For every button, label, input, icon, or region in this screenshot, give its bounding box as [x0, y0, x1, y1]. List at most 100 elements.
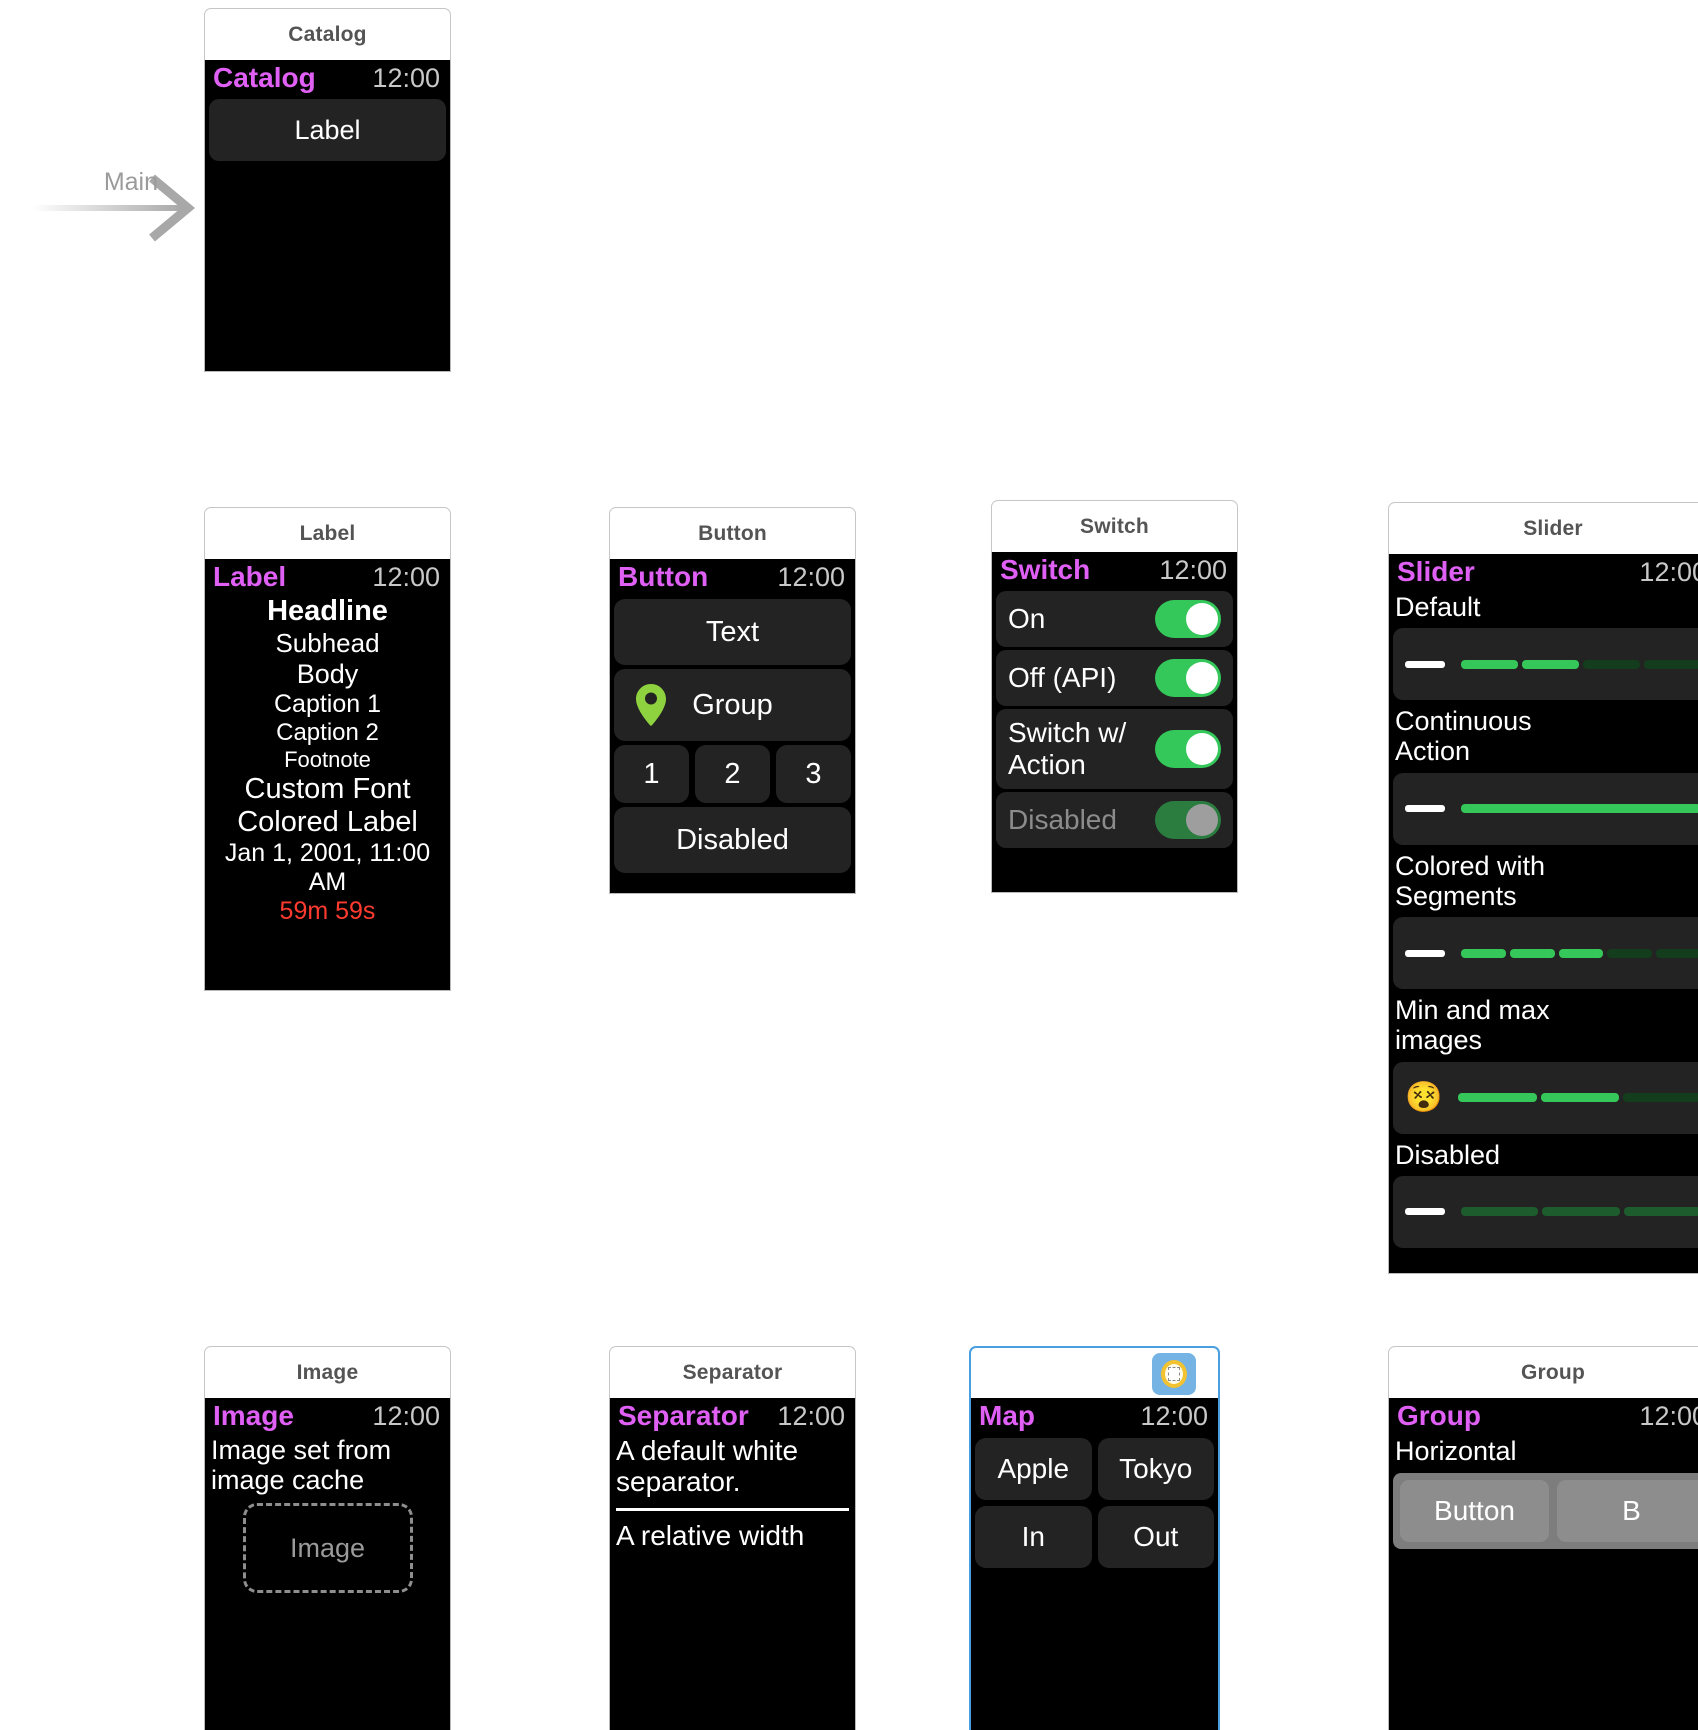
- scene-catalog[interactable]: Catalog Catalog 12:00 Label: [204, 8, 451, 372]
- toggle-knob: [1186, 803, 1218, 836]
- slider-default[interactable]: [1393, 628, 1698, 701]
- group-button-1[interactable]: Button: [1400, 1480, 1549, 1542]
- minus-icon[interactable]: [1405, 660, 1445, 668]
- slider-track[interactable]: [1461, 804, 1698, 814]
- label-colored: Colored Label: [237, 806, 418, 838]
- statusbar-title: Button: [618, 561, 709, 592]
- scene-map[interactable]: Map 12:00 Apple Tokyo In Out: [969, 1346, 1220, 1730]
- statusbar-title: Label: [213, 561, 287, 592]
- scene-title-separator: Separator: [682, 1360, 783, 1384]
- statusbar-label: Label 12:00: [205, 559, 450, 595]
- switch-toggle-disabled: [1155, 800, 1221, 839]
- scene-titlebar-catalog[interactable]: Catalog: [204, 8, 451, 60]
- scene-slider[interactable]: Slider Slider 12:00 Default Continuous A…: [1388, 502, 1698, 1274]
- scene-titlebar-label[interactable]: Label: [204, 507, 451, 559]
- map-button-tokyo-label: Tokyo: [1119, 1453, 1193, 1484]
- scene-titlebar-slider[interactable]: Slider: [1388, 502, 1698, 554]
- slider-track[interactable]: [1461, 948, 1698, 958]
- screen-separator: Separator 12:00 A default white separato…: [609, 1398, 856, 1730]
- map-button-out[interactable]: Out: [1097, 1506, 1214, 1568]
- scene-switch[interactable]: Switch Switch 12:00 On Off (API) Switch …: [991, 500, 1238, 893]
- switch-label-action: Switch w/ Action: [1008, 717, 1127, 780]
- screen-group: Group 12:00 Horizontal Button B: [1388, 1398, 1698, 1730]
- scene-titlebar-separator[interactable]: Separator: [609, 1346, 856, 1398]
- switch-row-disabled: Disabled: [996, 791, 1233, 848]
- button-3-label: 3: [805, 757, 822, 790]
- switch-label-on: On: [1008, 603, 1046, 635]
- button-2-label: 2: [724, 757, 741, 790]
- button-2[interactable]: 2: [695, 745, 770, 803]
- button-text[interactable]: Text: [614, 599, 851, 665]
- scene-separator[interactable]: Separator Separator 12:00 A default whit…: [609, 1346, 856, 1730]
- catalog-label-row[interactable]: Label: [209, 99, 446, 161]
- toggle-knob: [1186, 732, 1218, 765]
- scene-titlebar-group[interactable]: Group: [1388, 1346, 1698, 1398]
- label-subhead: Subhead: [275, 628, 380, 658]
- slider-track: [1461, 1207, 1698, 1217]
- slider-caption-continuous: Continuous Action: [1395, 706, 1532, 767]
- storyboard-entry-point[interactable]: Main: [0, 160, 210, 260]
- statusbar-catalog: Catalog 12:00: [205, 60, 450, 96]
- scene-title-image: Image: [296, 1360, 359, 1384]
- scene-titlebar-image[interactable]: Image: [204, 1346, 451, 1398]
- statusbar-time: 12:00: [777, 1400, 845, 1431]
- statusbar-time: 12:00: [1639, 1400, 1698, 1431]
- scene-titlebar-switch[interactable]: Switch: [991, 500, 1238, 552]
- statusbar-title: Switch: [1000, 554, 1091, 585]
- entry-point-label: Main: [103, 168, 158, 196]
- button-3[interactable]: 3: [776, 745, 851, 803]
- scene-title-slider: Slider: [1523, 516, 1583, 540]
- group-button-2[interactable]: B: [1557, 1480, 1698, 1542]
- button-disabled-label: Disabled: [676, 823, 789, 856]
- map-button-in[interactable]: In: [975, 1506, 1092, 1568]
- map-button-tokyo[interactable]: Tokyo: [1097, 1438, 1214, 1500]
- separator-text-2: A relative width: [616, 1519, 805, 1551]
- group-horizontal-band: Button B: [1393, 1473, 1698, 1549]
- slider-colored[interactable]: [1393, 917, 1698, 990]
- scene-title-group: Group: [1521, 1360, 1585, 1384]
- catalog-label-text: Label: [294, 114, 361, 145]
- screen-map: Map 12:00 Apple Tokyo In Out: [969, 1398, 1220, 1730]
- map-button-apple[interactable]: Apple: [975, 1438, 1092, 1500]
- statusbar-group: Group 12:00: [1389, 1398, 1698, 1434]
- button-number-row: 1 2 3: [614, 745, 851, 803]
- switch-row-action[interactable]: Switch w/ Action: [996, 709, 1233, 789]
- map-button-in-label: In: [1021, 1521, 1045, 1552]
- statusbar-title: Group: [1397, 1400, 1481, 1431]
- button-group[interactable]: Group: [614, 669, 851, 741]
- screen-catalog: Catalog 12:00 Label: [204, 60, 451, 372]
- scene-title-label: Label: [299, 521, 356, 545]
- scene-label[interactable]: Label Label 12:00 Headline Subhead Body …: [204, 507, 451, 991]
- switch-toggle-action[interactable]: [1155, 729, 1221, 768]
- switch-toggle-off-api[interactable]: [1155, 659, 1221, 697]
- screen-label: Label 12:00 Headline Subhead Body Captio…: [204, 559, 451, 991]
- statusbar-button: Button 12:00: [610, 559, 855, 595]
- scene-title-catalog: Catalog: [288, 22, 367, 46]
- slider-track[interactable]: [1458, 1093, 1698, 1103]
- group-button-1-label: Button: [1434, 1495, 1515, 1526]
- interface-controller-icon[interactable]: [1152, 1353, 1196, 1395]
- screen-button: Button 12:00 Text Group 1 2 3 Disabled: [609, 559, 856, 894]
- slider-track[interactable]: [1461, 659, 1698, 669]
- switch-row-off-api[interactable]: Off (API): [996, 650, 1233, 706]
- button-1[interactable]: 1: [614, 745, 689, 803]
- switch-row-on[interactable]: On: [996, 591, 1233, 647]
- scene-titlebar-button[interactable]: Button: [609, 507, 856, 559]
- switch-label-disabled: Disabled: [1008, 803, 1117, 835]
- minus-icon[interactable]: [1405, 805, 1445, 813]
- scene-group[interactable]: Group Group 12:00 Horizontal Button B: [1388, 1346, 1698, 1730]
- scene-titlebar-map[interactable]: [969, 1346, 1220, 1398]
- label-timer: 59m 59s: [279, 897, 376, 925]
- slider-caption-minmax: Min and max images: [1395, 995, 1550, 1056]
- scene-button[interactable]: Button Button 12:00 Text Group 1 2 3 Dis…: [609, 507, 856, 894]
- switch-toggle-on[interactable]: [1155, 600, 1221, 638]
- storyboard-canvas: Main Catalog Catalog 12:00 Label Label L…: [0, 0, 1698, 1730]
- scene-image[interactable]: Image Image 12:00 Image set from image c…: [204, 1346, 451, 1730]
- screen-image: Image 12:00 Image set from image cache I…: [204, 1398, 451, 1730]
- group-caption: Horizontal: [1395, 1436, 1517, 1466]
- scene-title-switch: Switch: [1080, 514, 1149, 538]
- minus-icon[interactable]: [1405, 949, 1445, 957]
- slider-minmax[interactable]: 😵: [1393, 1061, 1698, 1134]
- slider-continuous[interactable]: [1393, 772, 1698, 845]
- toggle-knob: [1186, 603, 1218, 635]
